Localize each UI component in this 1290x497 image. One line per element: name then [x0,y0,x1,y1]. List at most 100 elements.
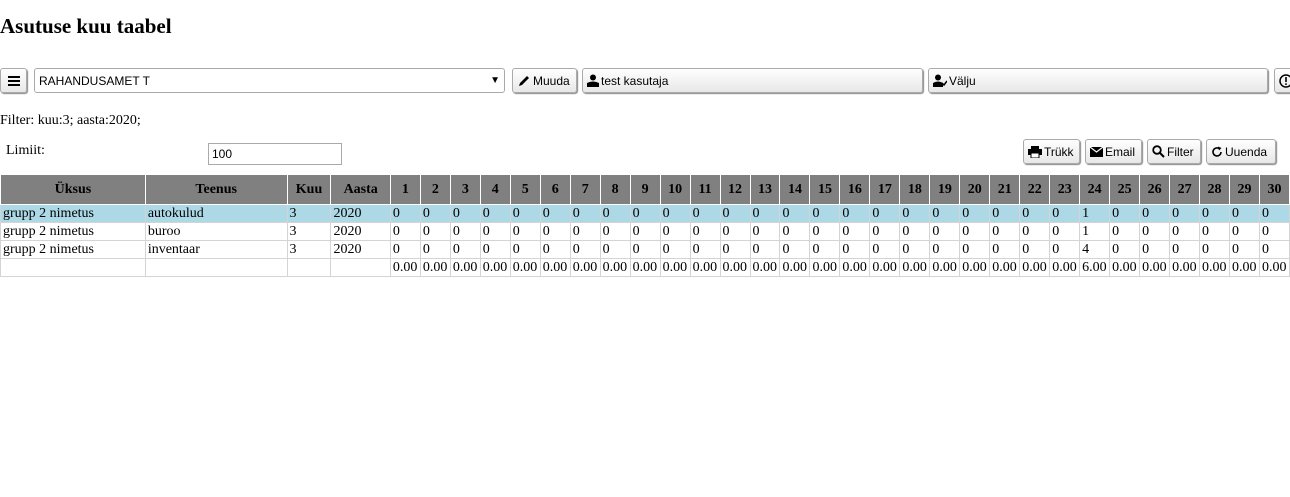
menu-icon [7,75,20,86]
refresh-button-label: Uuenda [1225,144,1268,159]
organization-select-value: RAHANDUSAMET T [39,73,150,88]
column-header[interactable]: 9 [629,174,661,205]
table-cell: 0 [959,240,991,259]
table-cell: 0 [1258,204,1290,223]
table-cell: 0 [869,204,901,223]
column-header[interactable]: 25 [1109,174,1141,205]
column-header[interactable]: 30 [1258,174,1290,205]
info-button[interactable] [1274,68,1290,93]
column-header[interactable]: 19 [929,174,961,205]
edit-button[interactable]: Muuda [512,68,577,93]
table-cell: 1 [1079,222,1111,241]
column-header[interactable]: 7 [569,174,601,205]
table-cell: 0 [1109,222,1141,241]
table-cell: 0 [539,204,571,223]
column-header[interactable]: 18 [899,174,931,205]
alert-circle-icon [1279,73,1290,88]
column-header[interactable]: 14 [779,174,811,205]
filter-summary: Filter: kuu:3; aasta:2020; [0,113,141,128]
column-header[interactable]: 10 [659,174,691,205]
table-cell: 0 [629,204,661,223]
column-header[interactable]: 8 [599,174,631,205]
table-cell: 0 [569,204,601,223]
column-header[interactable]: 1 [389,174,421,205]
column-header[interactable]: 23 [1049,174,1081,205]
organization-select[interactable]: RAHANDUSAMET T ▼ [34,68,505,93]
table-cell: 0 [419,204,451,223]
page-title: Asutuse kuu taabel [0,14,172,38]
table-row[interactable]: grupp 2 nimetus autokulud 3 2020 0 0 0 0 0 0 0 0 0 0 0… [0,204,1290,223]
table-cell: 0 [1258,240,1290,259]
filter-button-label: Filter [1167,144,1194,159]
table-cell: 0 [509,222,541,241]
table-cell: 0 [839,240,871,259]
table-cell: 0 [989,204,1021,223]
column-header[interactable]: 15 [809,174,841,205]
column-header[interactable]: 16 [839,174,871,205]
column-header[interactable]: 2 [419,174,451,205]
total-cell [330,258,391,277]
print-button[interactable]: Trükk [1023,139,1080,164]
column-header[interactable]: 5 [509,174,541,205]
menu-button[interactable] [0,68,27,93]
table-cell: 0 [989,240,1021,259]
edit-button-label: Muuda [533,73,570,88]
column-header[interactable]: Üksus [0,174,146,205]
table-cell: 0 [869,222,901,241]
table-cell: 0 [599,204,631,223]
total-cell: 0.00 [629,258,661,277]
column-header[interactable]: 12 [719,174,751,205]
table-cell: autokulud [144,204,288,223]
table-cell: 0 [689,240,721,259]
column-header[interactable]: 22 [1019,174,1051,205]
column-header[interactable]: 28 [1199,174,1231,205]
column-header[interactable]: 24 [1079,174,1111,205]
table-row[interactable]: grupp 2 nimetus inventaar 3 2020 0 0 0 0 0 0 0 0 0 0 0… [0,240,1290,259]
table-cell: 0 [1169,222,1201,241]
dropdown-arrow-icon: ▼ [490,75,500,86]
filter-button[interactable]: Filter [1147,139,1201,164]
column-header[interactable]: 6 [539,174,571,205]
total-cell: 0.00 [1258,258,1290,277]
email-button[interactable]: Email [1085,139,1142,164]
table-cell: 0 [1169,204,1201,223]
limit-label: Limiit: [6,143,45,158]
column-header[interactable]: 29 [1229,174,1260,205]
column-header[interactable]: 4 [479,174,511,205]
table-cell: 0 [1139,222,1171,241]
column-header[interactable]: Kuu [286,174,332,205]
column-header[interactable]: 21 [989,174,1021,205]
table-cell: 0 [869,240,901,259]
column-header[interactable]: Teenus [144,174,288,205]
user-button[interactable]: test kasutaja [582,68,923,93]
column-header[interactable]: 13 [749,174,781,205]
column-header[interactable]: 26 [1139,174,1171,205]
table-header-row: Üksus Teenus Kuu Aasta 1 2 3 4 5 6 7 8 9 10 11 12 13 14 15… [0,174,1290,205]
column-header[interactable]: 3 [449,174,481,205]
email-button-label: Email [1105,144,1136,159]
table-row[interactable]: grupp 2 nimetus buroo 3 2020 0 0 0 0 0 0 0 0 0 0 0 0 0 0 0… [0,222,1290,241]
table-cell: 0 [1229,204,1260,223]
total-cell: 0.00 [929,258,961,277]
table-cell: 0 [479,204,511,223]
column-header[interactable]: 17 [869,174,901,205]
table-cell: 0 [629,222,661,241]
table-cell: 0 [569,240,601,259]
total-cell: 0.00 [449,258,481,277]
total-cell: 0.00 [509,258,541,277]
print-button-label: Trükk [1044,144,1074,159]
table-cell: 0 [1139,240,1171,259]
limit-input[interactable] [208,143,342,165]
logout-button[interactable]: Välju [928,68,1268,93]
column-header[interactable]: Aasta [330,174,391,205]
table-cell: 0 [899,240,931,259]
column-header[interactable]: 11 [689,174,721,205]
total-cell: 0.00 [659,258,691,277]
table-cell: 0 [1109,204,1141,223]
column-header[interactable]: 20 [959,174,991,205]
refresh-button[interactable]: Uuenda [1206,139,1276,164]
table-cell: 0 [1049,204,1081,223]
column-header[interactable]: 27 [1169,174,1201,205]
table-cell: 0 [899,222,931,241]
table-cell: 0 [719,240,751,259]
